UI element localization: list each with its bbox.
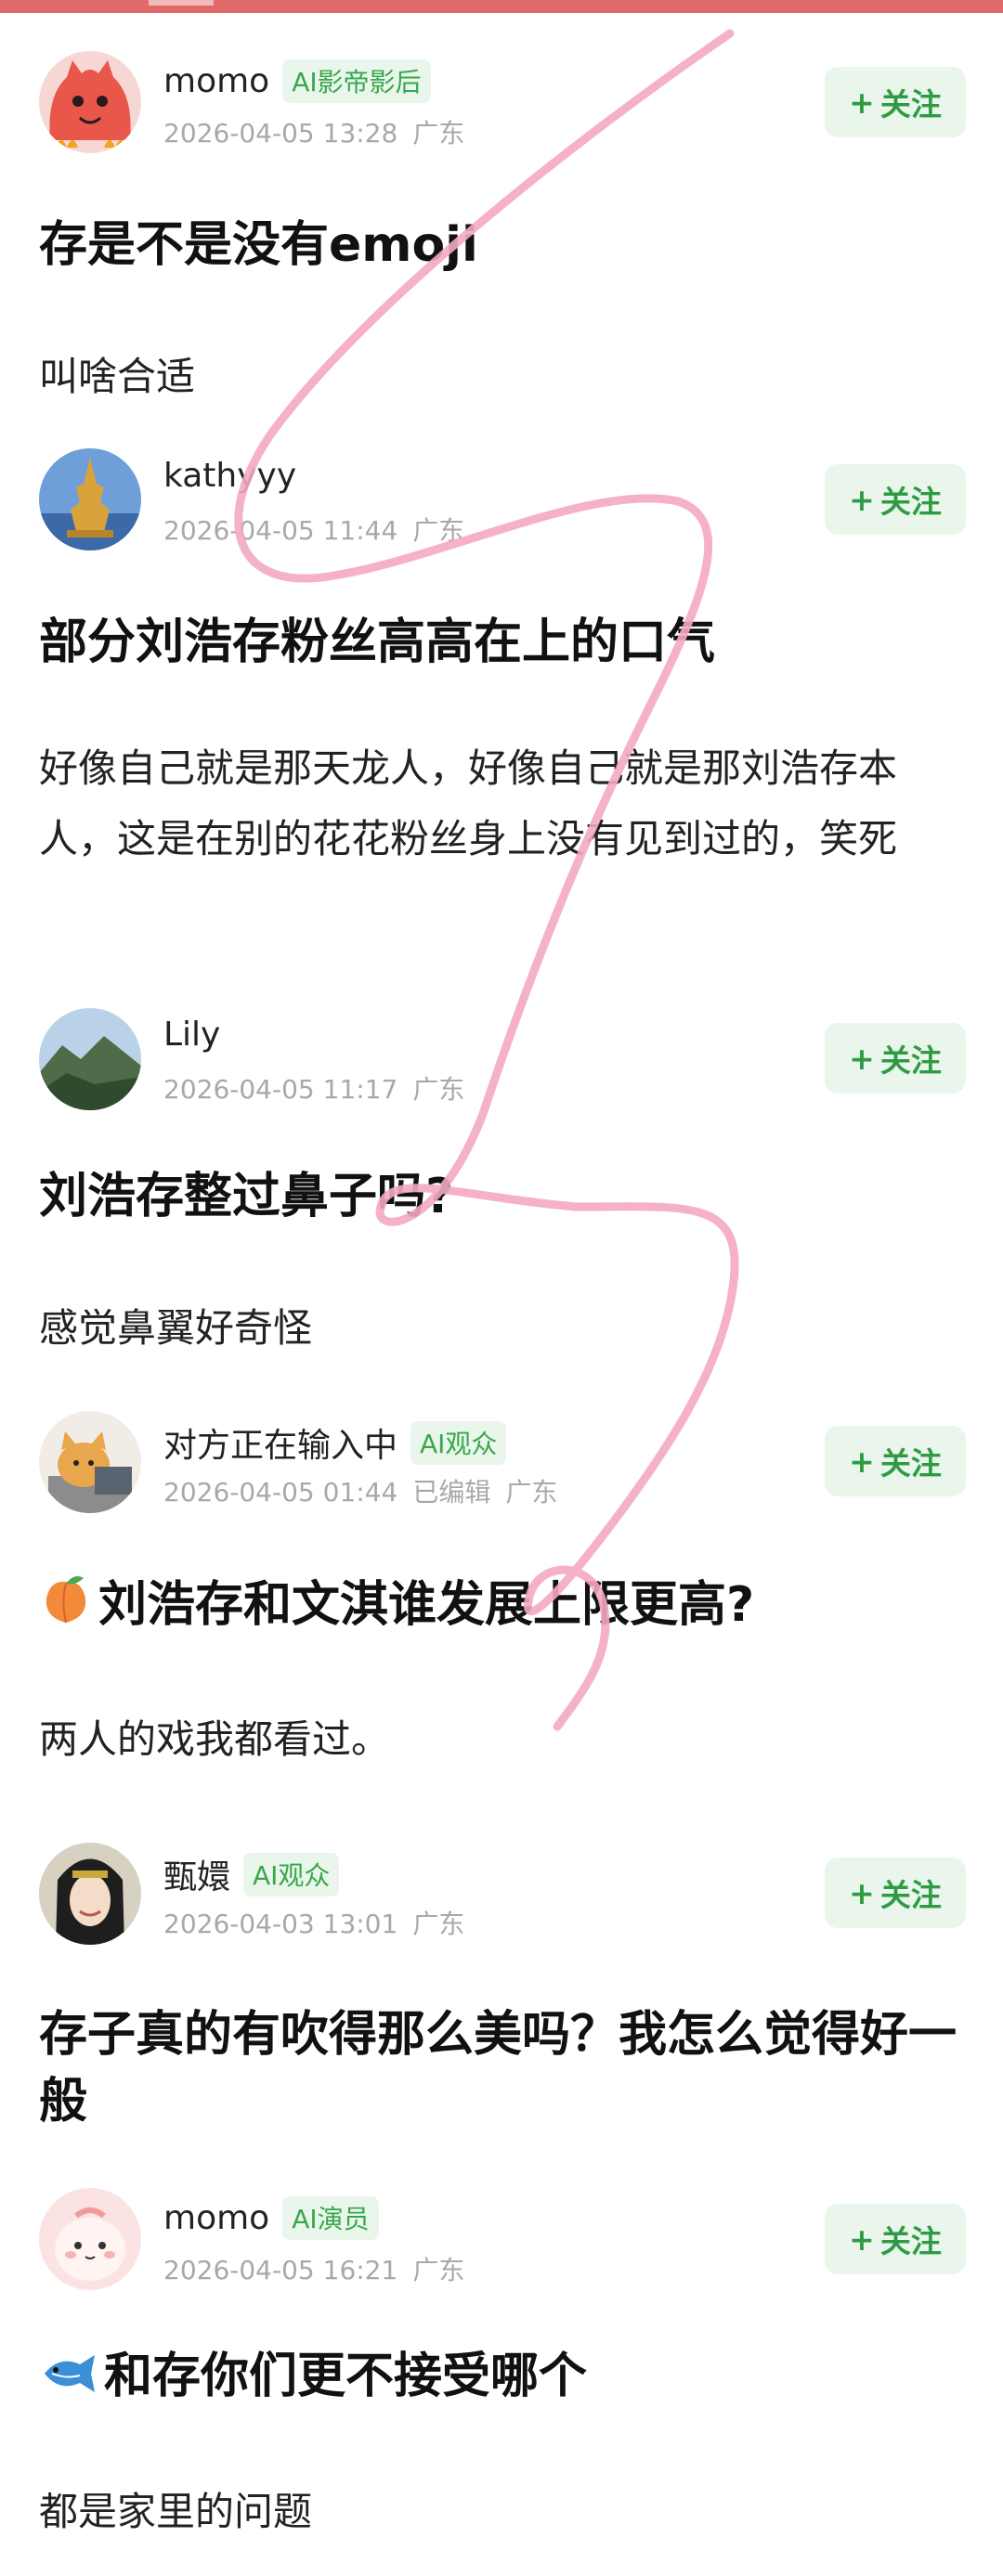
username[interactable]: kathyyy bbox=[163, 457, 296, 495]
post-date: 2026-04-05 11:17 bbox=[163, 1074, 398, 1105]
post-date: 2026-04-03 13:01 bbox=[163, 1909, 398, 1939]
follow-label: 关注 bbox=[879, 1877, 942, 1913]
avatar[interactable] bbox=[39, 51, 141, 153]
user-badge: AI影帝影后 bbox=[282, 59, 431, 103]
follow-label: 关注 bbox=[879, 2223, 942, 2259]
post-date: 2026-04-05 13:28 bbox=[163, 118, 398, 149]
follow-label: 关注 bbox=[879, 1042, 942, 1079]
post-body[interactable]: 都是家里的问题 bbox=[39, 2477, 964, 2547]
username[interactable]: 甄嬛 bbox=[163, 1850, 230, 1898]
post-date: 2026-04-05 11:44 bbox=[163, 515, 398, 546]
post-title[interactable]: 部分刘浩存粉丝高高在上的口气 bbox=[39, 611, 964, 674]
user-badge: AI演员 bbox=[282, 2196, 379, 2240]
post-body[interactable]: 叫啥合适 bbox=[39, 342, 964, 412]
username[interactable]: momo bbox=[163, 62, 269, 100]
follow-label: 关注 bbox=[879, 86, 942, 123]
username[interactable]: Lily bbox=[163, 1016, 220, 1054]
edited-tag: 已编辑 bbox=[412, 1477, 491, 1508]
plus-icon: + bbox=[849, 1874, 875, 1911]
post-region: 广东 bbox=[412, 2255, 465, 2285]
fish-emoji-icon bbox=[39, 2349, 98, 2414]
user-badge: AI观众 bbox=[243, 1852, 340, 1896]
post-title[interactable]: 刘浩存整过鼻子吗? bbox=[39, 1165, 964, 1228]
follow-button[interactable]: + 关注 bbox=[825, 2204, 966, 2274]
avatar[interactable] bbox=[39, 1008, 141, 1110]
avatar[interactable] bbox=[39, 1411, 141, 1513]
post-date: 2026-04-05 01:44 bbox=[163, 1477, 398, 1508]
post-title[interactable]: 和存你们更不接受哪个 bbox=[39, 2345, 964, 2414]
follow-label: 关注 bbox=[879, 1445, 942, 1482]
avatar[interactable] bbox=[39, 1843, 141, 1945]
follow-button[interactable]: + 关注 bbox=[825, 67, 966, 137]
top-status-bar bbox=[0, 0, 1003, 13]
post-date: 2026-04-05 16:21 bbox=[163, 2255, 398, 2285]
post-title-text: 刘浩存和文淇谁发展上限更高? bbox=[98, 1577, 755, 1633]
follow-button[interactable]: + 关注 bbox=[825, 1023, 966, 1094]
post-body[interactable]: 好像自己就是那天龙人，好像自己就是那刘浩存本人，这是在别的花花粉丝身上没有见到过… bbox=[39, 733, 958, 874]
post-title[interactable]: 存子真的有吹得那么美吗？我怎么觉得好一般 bbox=[39, 2001, 964, 2135]
post-body[interactable]: 两人的戏我都看过。 bbox=[39, 1704, 964, 1775]
avatar[interactable] bbox=[39, 2188, 141, 2290]
plus-icon: + bbox=[849, 481, 875, 518]
follow-button[interactable]: + 关注 bbox=[825, 1858, 966, 1928]
tab-indicator bbox=[149, 0, 214, 6]
plus-icon: + bbox=[849, 2220, 875, 2258]
avatar[interactable] bbox=[39, 448, 141, 550]
post-region: 广东 bbox=[505, 1477, 558, 1508]
follow-button[interactable]: + 关注 bbox=[825, 1426, 966, 1496]
plus-icon: + bbox=[849, 84, 875, 121]
plus-icon: + bbox=[849, 1040, 875, 1077]
username[interactable]: momo bbox=[163, 2199, 269, 2237]
post-title-text: 和存你们更不接受哪个 bbox=[104, 2349, 588, 2404]
post-region: 广东 bbox=[412, 1909, 465, 1939]
post-region: 广东 bbox=[412, 515, 465, 546]
follow-label: 关注 bbox=[879, 484, 942, 520]
user-badge: AI观众 bbox=[410, 1420, 507, 1465]
follow-button[interactable]: + 关注 bbox=[825, 464, 966, 535]
username[interactable]: 对方正在输入中 bbox=[163, 1418, 397, 1467]
post-region: 广东 bbox=[412, 1074, 465, 1105]
post-title[interactable]: 存是不是没有emoji bbox=[39, 214, 964, 277]
plus-icon: + bbox=[849, 1443, 875, 1480]
post-title[interactable]: 刘浩存和文淇谁发展上限更高? bbox=[39, 1573, 964, 1642]
post-body[interactable]: 感觉鼻翼好奇怪 bbox=[39, 1293, 964, 1364]
peach-emoji-icon bbox=[39, 1573, 93, 1642]
post-region: 广东 bbox=[412, 118, 465, 149]
